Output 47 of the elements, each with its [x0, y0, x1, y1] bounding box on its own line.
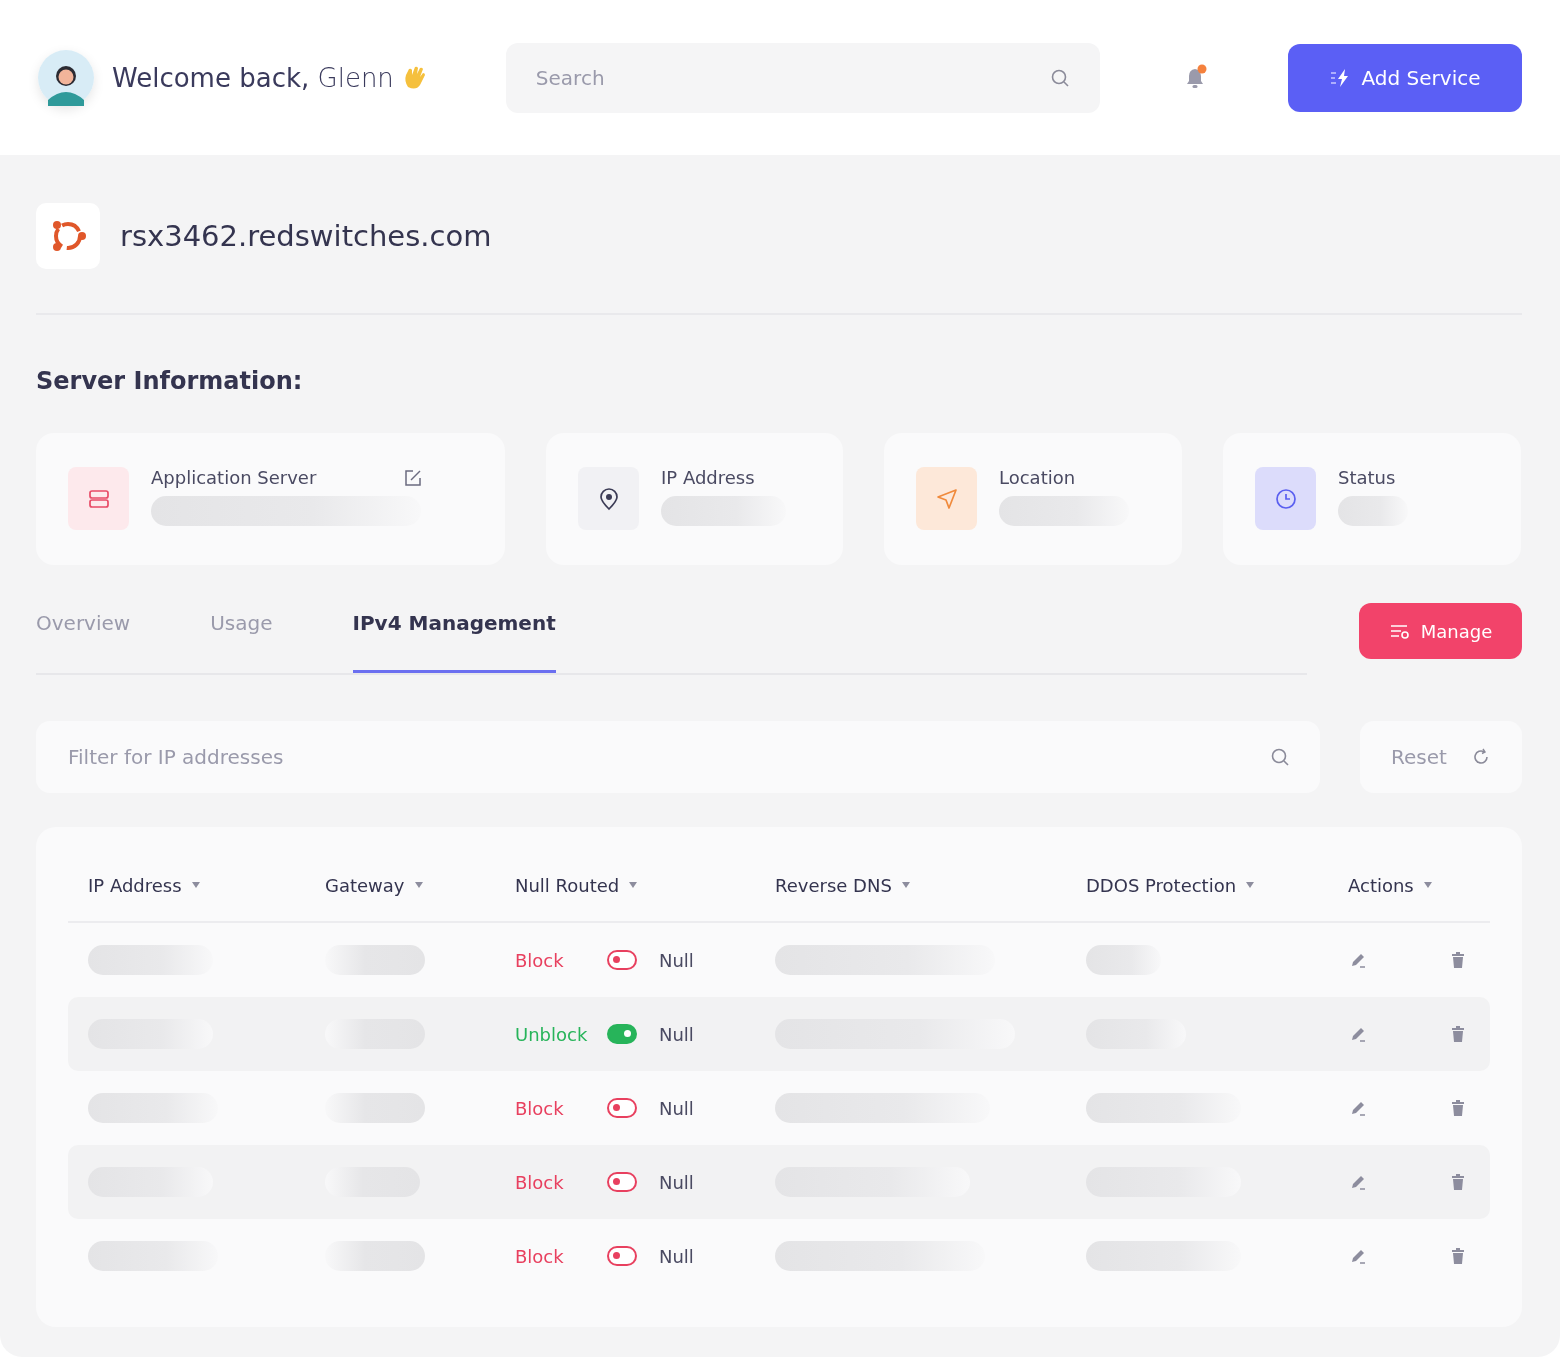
column-header[interactable]: Gateway [325, 874, 423, 896]
toggle-switch[interactable] [607, 1098, 637, 1118]
clock-icon [1255, 467, 1316, 530]
os-logo-icon [36, 203, 100, 269]
card-label: Location [999, 467, 1076, 488]
toggle-switch[interactable] [607, 950, 637, 970]
avatar [38, 49, 94, 106]
search-field[interactable]: Search [505, 42, 1100, 113]
block-status: Block [515, 1171, 565, 1193]
route-label: Null [659, 1245, 694, 1267]
toggle-switch[interactable] [607, 1024, 637, 1044]
route-label: Null [659, 1171, 694, 1193]
caret-icon [414, 882, 423, 888]
card-label: Application Server [151, 467, 317, 488]
block-status: Unblock [515, 1023, 589, 1045]
column-header[interactable]: Reverse DNS [775, 874, 910, 896]
route-label: Null [659, 1097, 694, 1119]
add-service-button[interactable]: Add Service [1288, 43, 1522, 112]
search-icon [1270, 747, 1290, 767]
block-status: Block [515, 1245, 565, 1267]
caret-icon [191, 882, 200, 888]
card-label: Status [1338, 467, 1396, 488]
section-title: Server Information: [36, 367, 304, 395]
location-pin-icon [578, 467, 639, 530]
toggle-switch[interactable] [607, 1246, 637, 1266]
manage-button[interactable]: Manage [1359, 603, 1522, 659]
block-status: Block [515, 1097, 565, 1119]
column-header[interactable]: DDOS Protection [1086, 874, 1255, 896]
tab[interactable]: IPv4 Management [352, 611, 556, 673]
route-label: Null [659, 1023, 694, 1045]
filter-field[interactable]: Filter for IP addresses [36, 721, 1320, 793]
column-header[interactable]: Actions [1348, 874, 1432, 896]
caret-icon [901, 882, 910, 888]
caret-icon [1246, 882, 1255, 888]
welcome-heading: Welcome back, Glenn [112, 62, 394, 93]
server-icon [68, 467, 129, 530]
column-header[interactable]: IP Address [88, 874, 200, 896]
search-icon [1049, 67, 1070, 88]
server-hostname: rsx3462.redswitches.com [120, 219, 492, 253]
route-label: Null [659, 949, 694, 971]
edit-icon[interactable] [403, 467, 423, 488]
toggle-switch[interactable] [607, 1172, 637, 1192]
caret-icon [629, 882, 638, 888]
block-status: Block [515, 949, 565, 971]
caret-icon [1423, 882, 1432, 888]
column-header[interactable]: Null Routed [515, 874, 638, 896]
card-label: IP Address [661, 467, 755, 488]
